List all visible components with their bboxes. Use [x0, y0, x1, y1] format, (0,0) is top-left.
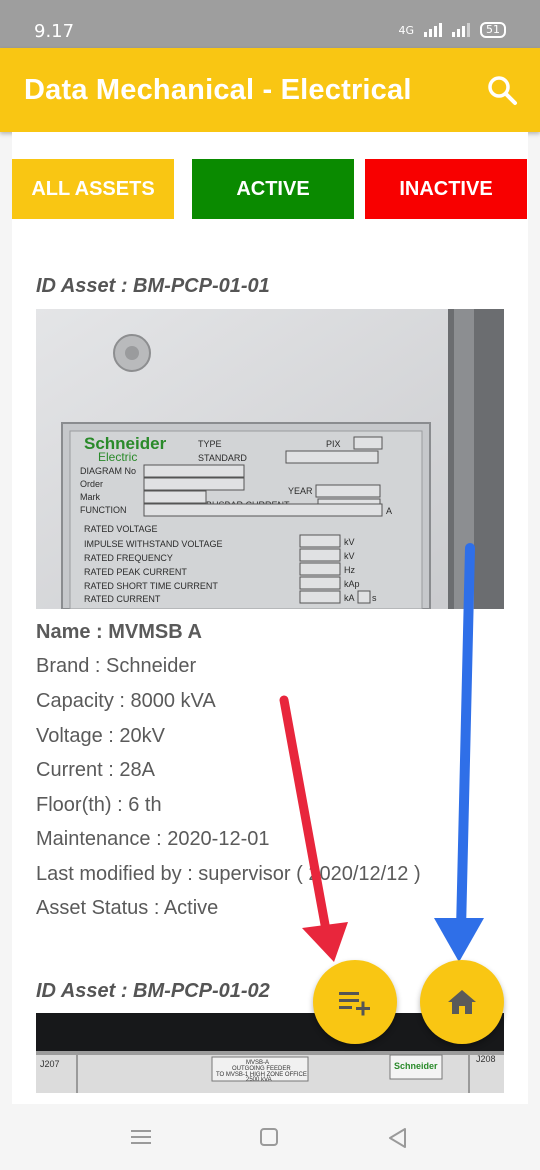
playlist-add-icon — [339, 992, 370, 1016]
back-icon[interactable] — [387, 1128, 409, 1148]
system-nav-bar — [0, 1104, 540, 1170]
red-arrow-shaft — [279, 695, 331, 935]
home-button[interactable] — [420, 960, 504, 1044]
red-arrow-head — [302, 922, 348, 962]
home-icon — [448, 990, 476, 1014]
square-icon[interactable] — [259, 1128, 279, 1146]
blue-arrow-shaft — [456, 543, 475, 935]
add-asset-button[interactable] — [313, 960, 397, 1044]
blue-arrow-head — [434, 918, 484, 962]
menu-icon[interactable] — [130, 1128, 152, 1146]
